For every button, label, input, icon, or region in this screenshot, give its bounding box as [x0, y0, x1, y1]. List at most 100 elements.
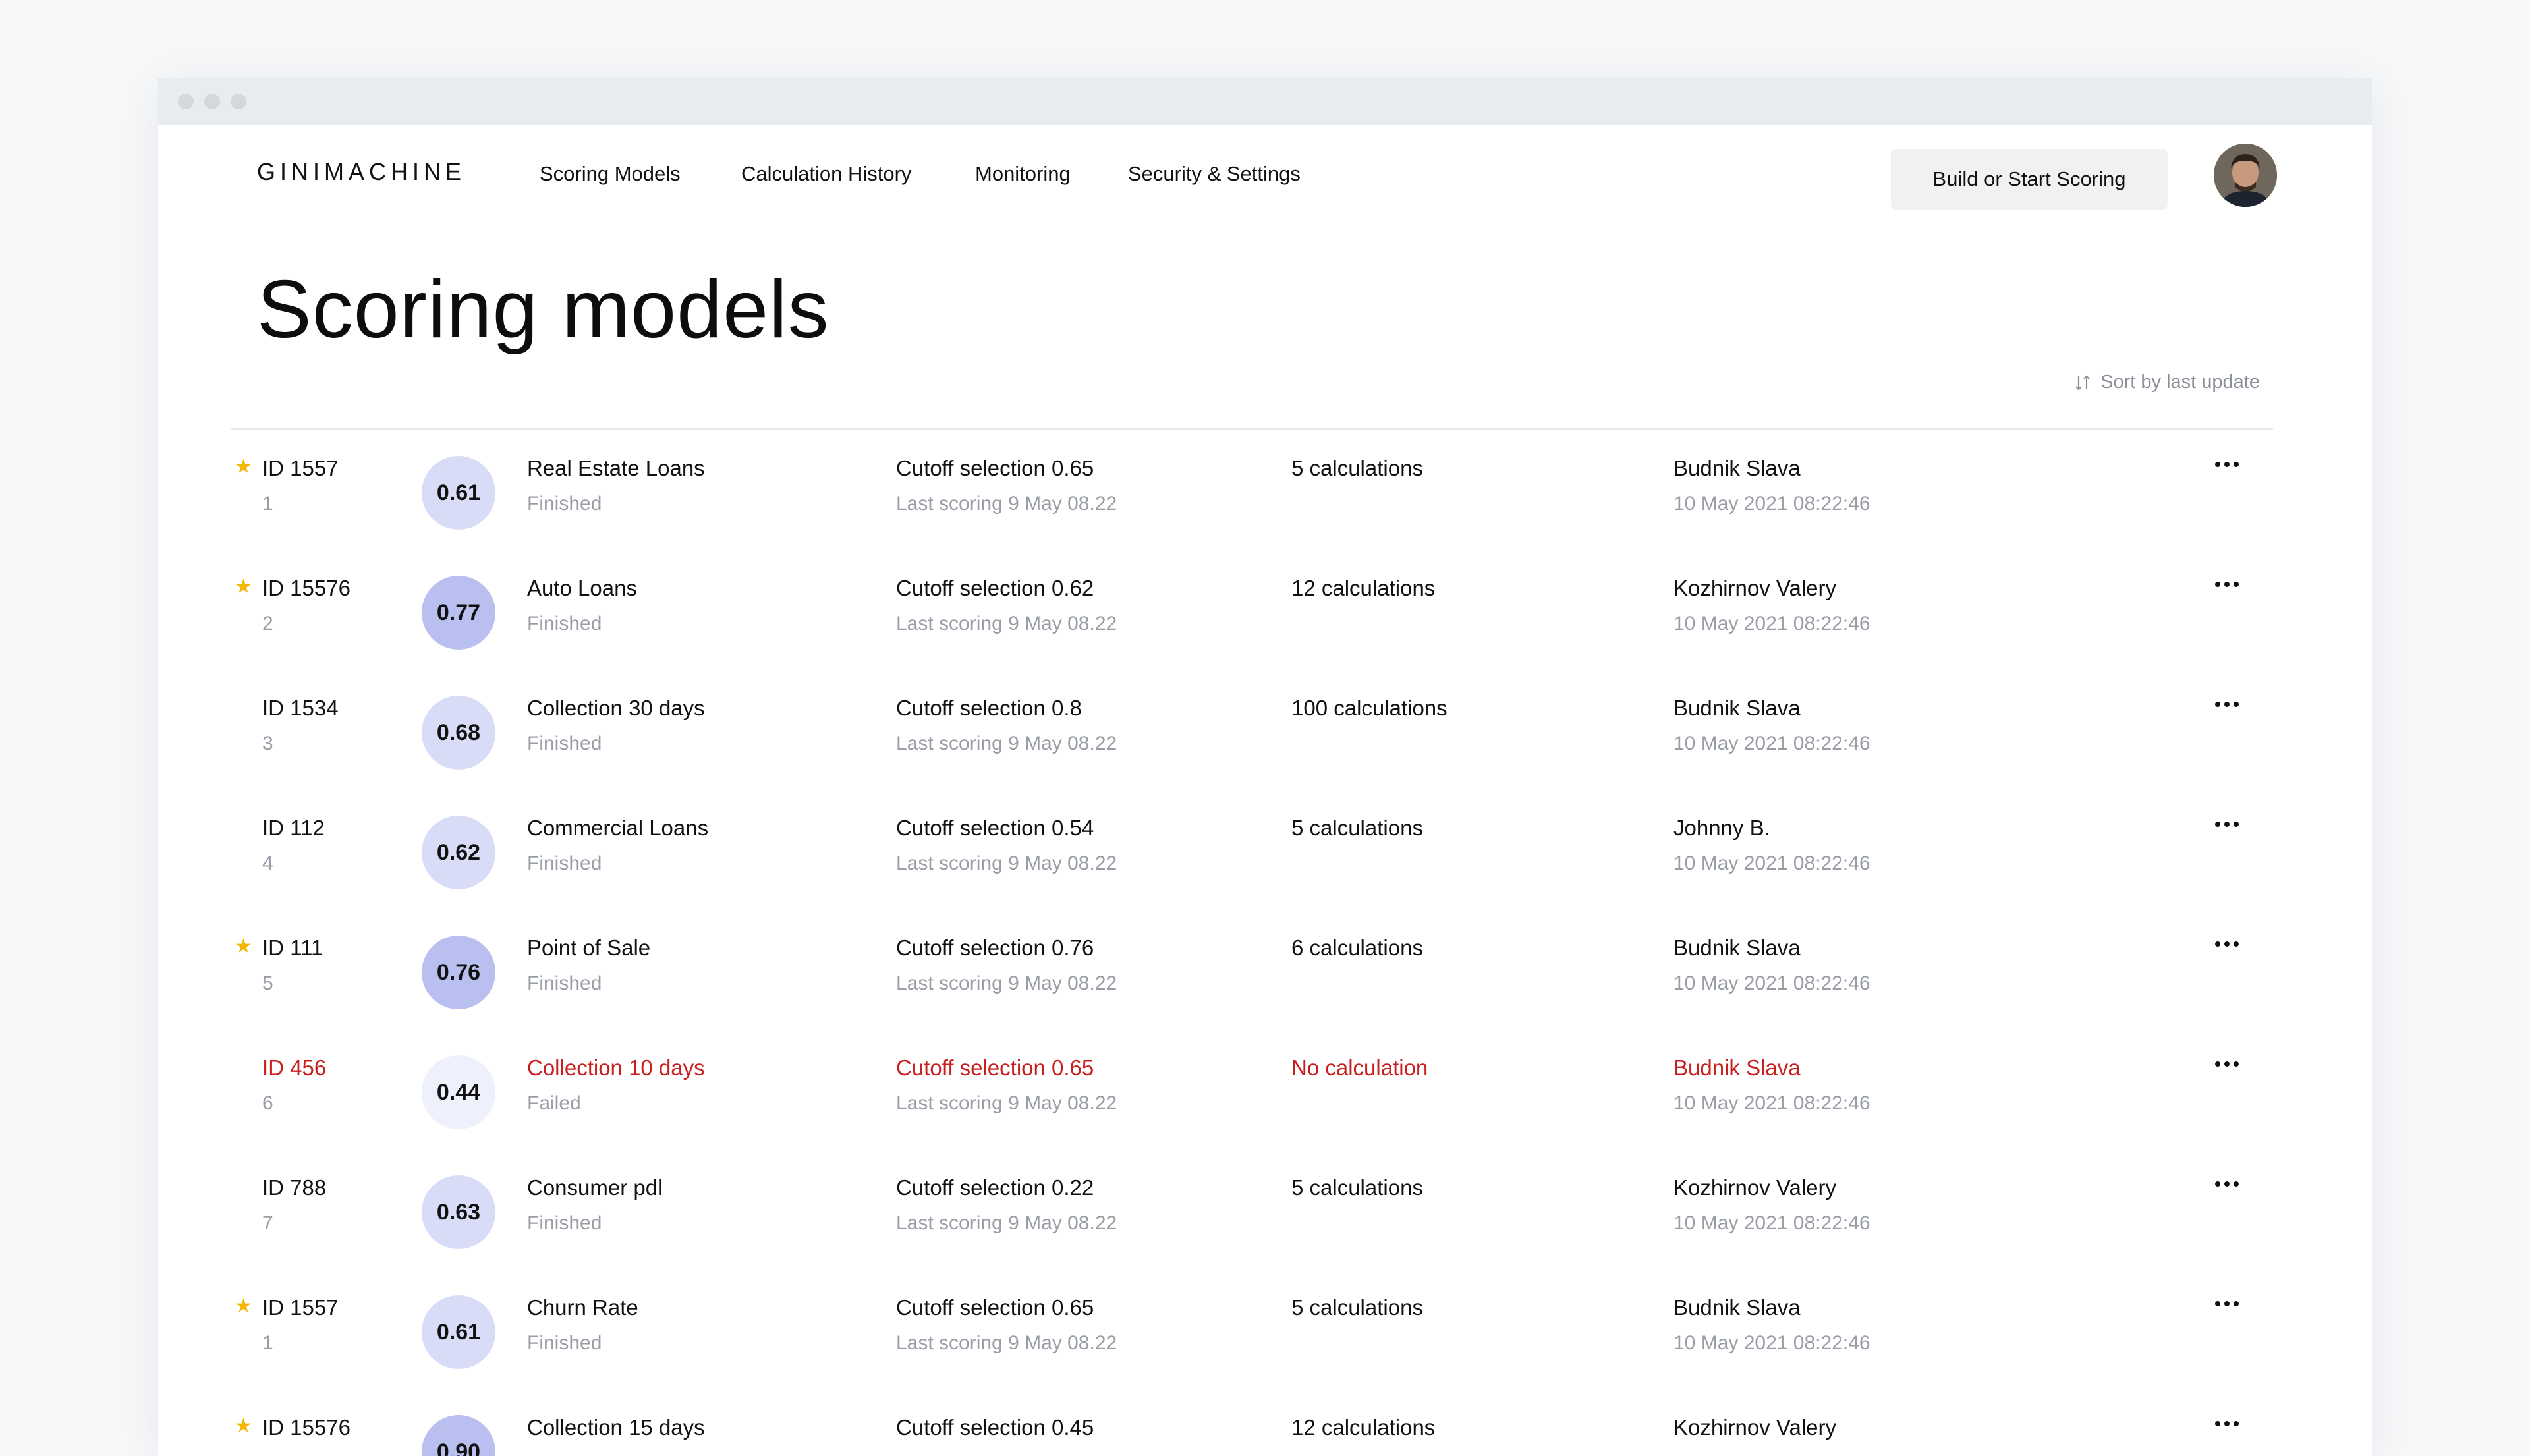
- calculations-count[interactable]: 5 calculations: [1291, 1177, 1423, 1198]
- star-icon[interactable]: ★: [235, 577, 252, 597]
- calculations-count[interactable]: 5 calculations: [1291, 1297, 1423, 1318]
- model-name[interactable]: Auto Loans: [527, 577, 637, 599]
- model-row[interactable]: ★ ID 111 5 0.76 Point of Sale Finished Cutoff …: [158, 909, 2372, 1029]
- model-author: Kozhirnov Valery: [1673, 1415, 1837, 1440]
- model-index: 7: [262, 1212, 273, 1234]
- model-name[interactable]: Collection 10 days: [527, 1057, 705, 1078]
- model-author: Johnny B.: [1673, 816, 1770, 840]
- model-row[interactable]: ID 788 7 0.63 Consumer pdl Finished Cutoff se…: [158, 1149, 2372, 1269]
- star-icon[interactable]: ★: [235, 1416, 252, 1436]
- star-icon[interactable]: ★: [235, 1297, 252, 1316]
- calculations-count[interactable]: 6 calculations: [1291, 937, 1423, 959]
- app-logo[interactable]: GINIMACHINE: [257, 158, 466, 186]
- model-name[interactable]: Churn Rate: [527, 1297, 638, 1318]
- calculations-count[interactable]: No calculation: [1291, 1057, 1428, 1078]
- model-status: Finished: [527, 972, 602, 994]
- model-id: ID 456: [262, 1055, 327, 1080]
- score-badge: 0.68: [422, 696, 495, 770]
- top-navigation: GINIMACHINE Scoring Models Calculation H…: [158, 125, 2372, 231]
- calculations-count[interactable]: 5 calculations: [1291, 457, 1423, 479]
- model-name[interactable]: Collection 15 days: [527, 1416, 705, 1438]
- model-row[interactable]: ★ ID 1557 1 0.61 Real Estate Loans Finished Cu…: [158, 430, 2372, 549]
- user-avatar[interactable]: [2214, 144, 2277, 207]
- model-status: Finished: [527, 1332, 602, 1354]
- cutoff-selection: Cutoff selection 0.65: [896, 1055, 1094, 1080]
- last-scoring: Last scoring 9 May 08.22: [896, 1092, 1117, 1114]
- build-or-start-scoring-button[interactable]: Build or Start Scoring: [1891, 149, 2168, 210]
- more-options-icon[interactable]: [2207, 934, 2247, 954]
- last-scoring: Last scoring 9 May 08.22: [896, 972, 1117, 994]
- model-index: 1: [262, 1332, 273, 1354]
- nav-security-settings[interactable]: Security & Settings: [1128, 162, 1301, 186]
- nav-monitoring[interactable]: Monitoring: [975, 162, 1071, 186]
- last-scoring: Last scoring 9 May 08.22: [896, 1212, 1117, 1234]
- calculations-count[interactable]: 100 calculations: [1291, 697, 1448, 719]
- model-name[interactable]: Collection 30 days: [527, 697, 705, 719]
- nav-scoring-models[interactable]: Scoring Models: [540, 162, 681, 186]
- last-scoring: Last scoring 9 May 08.22: [896, 853, 1117, 874]
- updated-timestamp: 10 May 2021 08:22:46: [1673, 972, 1870, 994]
- model-row[interactable]: ★ ID 1557 1 0.61 Churn Rate Finished Cutoff se…: [158, 1269, 2372, 1389]
- model-row[interactable]: ★ ID 15576 2 0.77 Auto Loans Finished Cutoff s…: [158, 549, 2372, 669]
- model-name[interactable]: Real Estate Loans: [527, 457, 705, 479]
- last-scoring: Last scoring 9 May 08.22: [896, 733, 1117, 754]
- score-badge: 0.63: [422, 1175, 495, 1249]
- more-options-icon[interactable]: [2207, 455, 2247, 474]
- model-index: 1: [262, 493, 273, 515]
- model-id: ID 1557: [262, 456, 339, 480]
- score-badge: 0.44: [422, 1055, 495, 1129]
- updated-timestamp: 10 May 2021 08:22:46: [1673, 853, 1870, 874]
- score-badge: 0.62: [422, 816, 495, 889]
- more-options-icon[interactable]: [2207, 694, 2247, 714]
- last-scoring: Last scoring 9 May 08.22: [896, 493, 1117, 515]
- window-dot-icon[interactable]: [204, 94, 220, 109]
- model-author: Budnik Slava: [1673, 696, 1801, 720]
- model-name[interactable]: Commercial Loans: [527, 817, 708, 839]
- cutoff-selection: Cutoff selection 0.22: [896, 1175, 1094, 1200]
- models-list: ★ ID 1557 1 0.61 Real Estate Loans Finished Cu…: [158, 430, 2372, 1456]
- model-name[interactable]: Consumer pdl: [527, 1177, 662, 1198]
- window-dot-icon[interactable]: [231, 94, 246, 109]
- updated-timestamp: 10 May 2021 08:22:46: [1673, 1092, 1870, 1114]
- last-scoring: Last scoring 9 May 08.22: [896, 1332, 1117, 1354]
- model-id: ID 788: [262, 1175, 327, 1200]
- model-row[interactable]: ★ ID 15576 0.90 Collection 15 days Cutoff se…: [158, 1389, 2372, 1456]
- updated-timestamp: 10 May 2021 08:22:46: [1673, 1332, 1870, 1354]
- calculations-count[interactable]: 5 calculations: [1291, 817, 1423, 839]
- sort-control[interactable]: Sort by last update: [2073, 372, 2260, 393]
- more-options-icon[interactable]: [2207, 814, 2247, 834]
- window-dot-icon[interactable]: [178, 94, 194, 109]
- avatar-image: [2214, 144, 2277, 207]
- model-name[interactable]: Point of Sale: [527, 937, 650, 959]
- model-author: Kozhirnov Valery: [1673, 576, 1837, 600]
- calculations-count[interactable]: 12 calculations: [1291, 577, 1435, 599]
- model-id: ID 112: [262, 816, 325, 840]
- model-row[interactable]: ID 1534 3 0.68 Collection 30 days Finished Cu…: [158, 669, 2372, 789]
- window-titlebar: [158, 78, 2372, 125]
- model-index: 6: [262, 1092, 273, 1114]
- more-options-icon[interactable]: [2207, 1294, 2247, 1314]
- model-id: ID 111: [262, 936, 323, 960]
- model-row[interactable]: ID 112 4 0.62 Commercial Loans Finished Cutof…: [158, 789, 2372, 909]
- model-id: ID 15576: [262, 576, 351, 600]
- model-status: Finished: [527, 853, 602, 874]
- score-badge: 0.77: [422, 576, 495, 650]
- cutoff-selection: Cutoff selection 0.65: [896, 1295, 1094, 1320]
- last-scoring: Last scoring 9 May 08.22: [896, 613, 1117, 634]
- calculations-count[interactable]: 12 calculations: [1291, 1416, 1435, 1438]
- more-options-icon[interactable]: [2207, 1414, 2247, 1434]
- model-author: Kozhirnov Valery: [1673, 1175, 1837, 1200]
- star-icon[interactable]: ★: [235, 937, 252, 957]
- score-badge: 0.90: [422, 1415, 495, 1456]
- more-options-icon[interactable]: [2207, 1174, 2247, 1194]
- updated-timestamp: 10 May 2021 08:22:46: [1673, 613, 1870, 634]
- model-status: Finished: [527, 1212, 602, 1234]
- star-icon[interactable]: ★: [235, 457, 252, 477]
- model-row[interactable]: ID 456 6 0.44 Collection 10 days Failed Cutof…: [158, 1029, 2372, 1149]
- more-options-icon[interactable]: [2207, 574, 2247, 594]
- nav-calculation-history[interactable]: Calculation History: [741, 162, 911, 186]
- page-title: Scoring models: [257, 264, 829, 355]
- model-id: ID 15576: [262, 1415, 351, 1440]
- more-options-icon[interactable]: [2207, 1054, 2247, 1074]
- cutoff-selection: Cutoff selection 0.8: [896, 696, 1082, 720]
